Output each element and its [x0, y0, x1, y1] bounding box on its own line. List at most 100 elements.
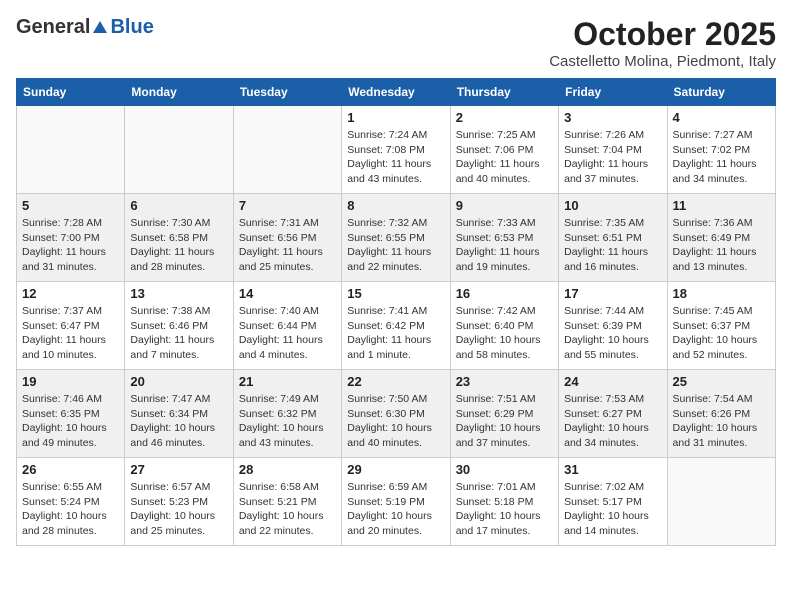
calendar-day-cell	[233, 106, 341, 194]
day-number: 1	[347, 110, 444, 125]
calendar-day-cell	[17, 106, 125, 194]
day-info: Sunrise: 7:30 AMSunset: 6:58 PMDaylight:…	[130, 216, 227, 275]
day-number: 3	[564, 110, 661, 125]
day-number: 12	[22, 286, 119, 301]
day-number: 9	[456, 198, 553, 213]
day-number: 22	[347, 374, 444, 389]
day-number: 27	[130, 462, 227, 477]
logo-general-text: General	[16, 16, 90, 39]
day-info: Sunrise: 7:37 AMSunset: 6:47 PMDaylight:…	[22, 304, 119, 363]
day-number: 13	[130, 286, 227, 301]
day-info: Sunrise: 7:26 AMSunset: 7:04 PMDaylight:…	[564, 128, 661, 187]
calendar-day-cell: 9 Sunrise: 7:33 AMSunset: 6:53 PMDaylight…	[450, 194, 558, 282]
calendar-day-cell: 17 Sunrise: 7:44 AMSunset: 6:39 PMDayligh…	[559, 282, 667, 370]
calendar-week-row: 5 Sunrise: 7:28 AMSunset: 7:00 PMDaylight…	[17, 194, 776, 282]
day-number: 6	[130, 198, 227, 213]
day-number: 17	[564, 286, 661, 301]
day-info: Sunrise: 7:47 AMSunset: 6:34 PMDaylight:…	[130, 392, 227, 451]
day-number: 5	[22, 198, 119, 213]
calendar-day-cell: 27 Sunrise: 6:57 AMSunset: 5:23 PMDayligh…	[125, 458, 233, 546]
calendar-week-row: 12 Sunrise: 7:37 AMSunset: 6:47 PMDayligh…	[17, 282, 776, 370]
day-header-tuesday: Tuesday	[233, 79, 341, 106]
calendar-day-cell: 2 Sunrise: 7:25 AMSunset: 7:06 PMDaylight…	[450, 106, 558, 194]
day-info: Sunrise: 7:45 AMSunset: 6:37 PMDaylight:…	[673, 304, 770, 363]
calendar-day-cell: 24 Sunrise: 7:53 AMSunset: 6:27 PMDayligh…	[559, 370, 667, 458]
logo-icon	[91, 19, 109, 37]
day-header-wednesday: Wednesday	[342, 79, 450, 106]
day-info: Sunrise: 7:25 AMSunset: 7:06 PMDaylight:…	[456, 128, 553, 187]
day-number: 20	[130, 374, 227, 389]
page-header: General Blue October 2025 Castelletto Mo…	[16, 16, 776, 70]
calendar-day-cell: 31Sunrise: 7:02 AMSunset: 5:17 PMDayligh…	[559, 458, 667, 546]
day-number: 18	[673, 286, 770, 301]
calendar-day-cell: 1 Sunrise: 7:24 AMSunset: 7:08 PMDaylight…	[342, 106, 450, 194]
day-info: Sunrise: 6:57 AMSunset: 5:23 PMDaylight:…	[130, 480, 227, 539]
calendar-day-cell: 20 Sunrise: 7:47 AMSunset: 6:34 PMDayligh…	[125, 370, 233, 458]
title-block: October 2025 Castelletto Molina, Piedmon…	[549, 16, 776, 70]
day-number: 16	[456, 286, 553, 301]
day-number: 29	[347, 462, 444, 477]
logo: General Blue	[16, 16, 154, 39]
calendar-day-cell: 23 Sunrise: 7:51 AMSunset: 6:29 PMDayligh…	[450, 370, 558, 458]
day-info: Sunrise: 7:33 AMSunset: 6:53 PMDaylight:…	[456, 216, 553, 275]
day-number: 25	[673, 374, 770, 389]
day-info: Sunrise: 7:50 AMSunset: 6:30 PMDaylight:…	[347, 392, 444, 451]
day-number: 19	[22, 374, 119, 389]
calendar-day-cell	[125, 106, 233, 194]
day-info: Sunrise: 7:51 AMSunset: 6:29 PMDaylight:…	[456, 392, 553, 451]
day-info: Sunrise: 7:32 AMSunset: 6:55 PMDaylight:…	[347, 216, 444, 275]
calendar-day-cell	[667, 458, 775, 546]
day-number: 10	[564, 198, 661, 213]
calendar-week-row: 19Sunrise: 7:46 AMSunset: 6:35 PMDayligh…	[17, 370, 776, 458]
calendar-day-cell: 29 Sunrise: 6:59 AMSunset: 5:19 PMDayligh…	[342, 458, 450, 546]
day-info: Sunrise: 7:01 AMSunset: 5:18 PMDaylight:…	[456, 480, 553, 539]
day-number: 30	[456, 462, 553, 477]
day-info: Sunrise: 6:59 AMSunset: 5:19 PMDaylight:…	[347, 480, 444, 539]
day-number: 24	[564, 374, 661, 389]
calendar-day-cell: 22 Sunrise: 7:50 AMSunset: 6:30 PMDayligh…	[342, 370, 450, 458]
calendar-day-cell: 14Sunrise: 7:40 AMSunset: 6:44 PMDayligh…	[233, 282, 341, 370]
day-number: 15	[347, 286, 444, 301]
day-info: Sunrise: 7:31 AMSunset: 6:56 PMDaylight:…	[239, 216, 336, 275]
day-info: Sunrise: 7:53 AMSunset: 6:27 PMDaylight:…	[564, 392, 661, 451]
calendar-day-cell: 13 Sunrise: 7:38 AMSunset: 6:46 PMDayligh…	[125, 282, 233, 370]
calendar-day-cell: 16 Sunrise: 7:42 AMSunset: 6:40 PMDayligh…	[450, 282, 558, 370]
day-number: 2	[456, 110, 553, 125]
day-number: 26	[22, 462, 119, 477]
calendar-day-cell: 7 Sunrise: 7:31 AMSunset: 6:56 PMDaylight…	[233, 194, 341, 282]
day-header-friday: Friday	[559, 79, 667, 106]
calendar-day-cell: 30 Sunrise: 7:01 AMSunset: 5:18 PMDayligh…	[450, 458, 558, 546]
calendar-day-cell: 26 Sunrise: 6:55 AMSunset: 5:24 PMDayligh…	[17, 458, 125, 546]
day-number: 28	[239, 462, 336, 477]
day-info: Sunrise: 7:38 AMSunset: 6:46 PMDaylight:…	[130, 304, 227, 363]
location-subtitle: Castelletto Molina, Piedmont, Italy	[549, 53, 776, 70]
day-info: Sunrise: 7:24 AMSunset: 7:08 PMDaylight:…	[347, 128, 444, 187]
day-info: Sunrise: 7:44 AMSunset: 6:39 PMDaylight:…	[564, 304, 661, 363]
day-info: Sunrise: 7:35 AMSunset: 6:51 PMDaylight:…	[564, 216, 661, 275]
day-info: Sunrise: 7:02 AMSunset: 5:17 PMDaylight:…	[564, 480, 661, 539]
day-number: 4	[673, 110, 770, 125]
day-info: Sunrise: 6:55 AMSunset: 5:24 PMDaylight:…	[22, 480, 119, 539]
day-header-thursday: Thursday	[450, 79, 558, 106]
calendar-day-cell: 4Sunrise: 7:27 AMSunset: 7:02 PMDaylight…	[667, 106, 775, 194]
day-info: Sunrise: 7:36 AMSunset: 6:49 PMDaylight:…	[673, 216, 770, 275]
day-number: 8	[347, 198, 444, 213]
day-info: Sunrise: 7:28 AMSunset: 7:00 PMDaylight:…	[22, 216, 119, 275]
calendar-day-cell: 18 Sunrise: 7:45 AMSunset: 6:37 PMDayligh…	[667, 282, 775, 370]
logo-blue-text: Blue	[110, 16, 153, 39]
calendar-week-row: 26 Sunrise: 6:55 AMSunset: 5:24 PMDayligh…	[17, 458, 776, 546]
calendar-day-cell: 11 Sunrise: 7:36 AMSunset: 6:49 PMDayligh…	[667, 194, 775, 282]
calendar-day-cell: 21 Sunrise: 7:49 AMSunset: 6:32 PMDayligh…	[233, 370, 341, 458]
day-number: 23	[456, 374, 553, 389]
calendar-day-cell: 28Sunrise: 6:58 AMSunset: 5:21 PMDayligh…	[233, 458, 341, 546]
day-info: Sunrise: 7:54 AMSunset: 6:26 PMDaylight:…	[673, 392, 770, 451]
day-info: Sunrise: 7:42 AMSunset: 6:40 PMDaylight:…	[456, 304, 553, 363]
day-number: 11	[673, 198, 770, 213]
day-info: Sunrise: 7:49 AMSunset: 6:32 PMDaylight:…	[239, 392, 336, 451]
day-number: 21	[239, 374, 336, 389]
day-header-saturday: Saturday	[667, 79, 775, 106]
calendar-day-cell: 19Sunrise: 7:46 AMSunset: 6:35 PMDayligh…	[17, 370, 125, 458]
day-number: 7	[239, 198, 336, 213]
calendar-day-cell: 10 Sunrise: 7:35 AMSunset: 6:51 PMDayligh…	[559, 194, 667, 282]
calendar-header-row: SundayMondayTuesdayWednesdayThursdayFrid…	[17, 79, 776, 106]
